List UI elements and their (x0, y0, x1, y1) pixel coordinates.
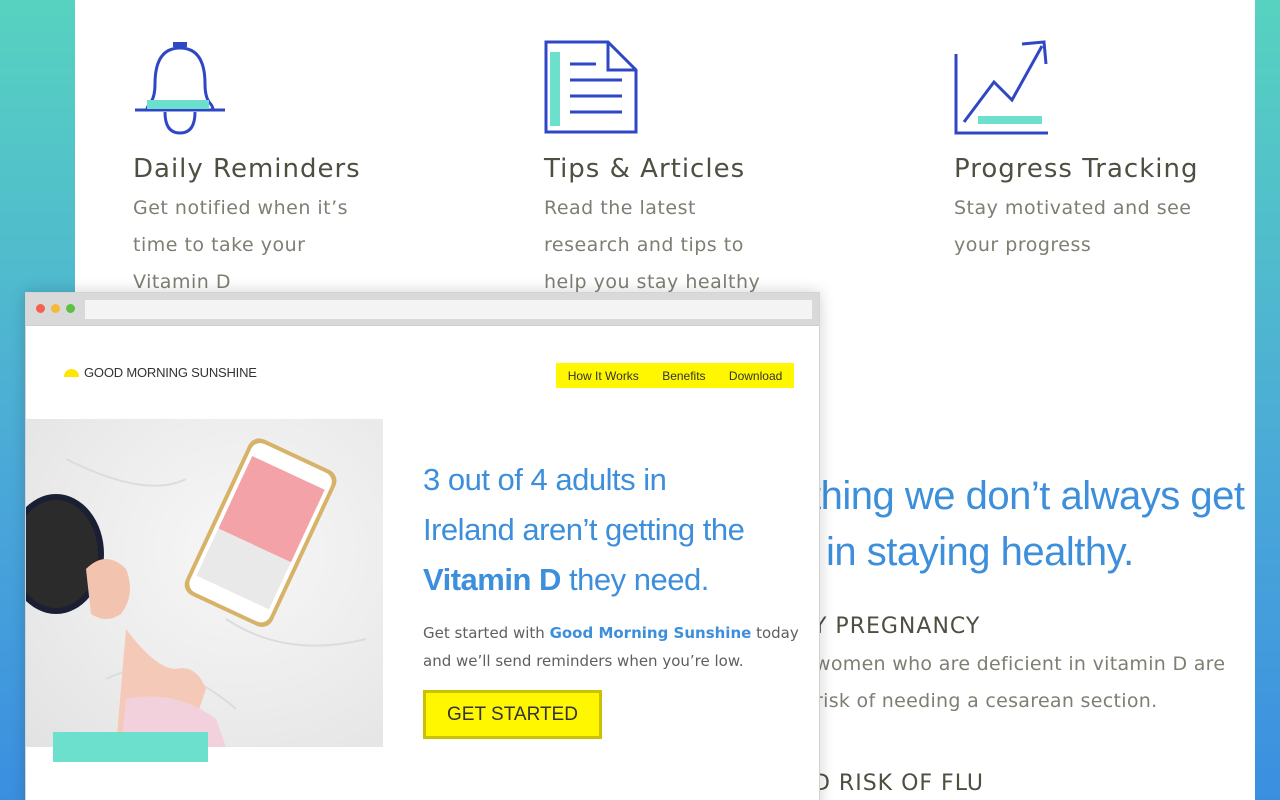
brand-name: Good Morning Sunshine (549, 624, 752, 642)
browser-toolbar (26, 293, 819, 326)
hero-copy: 3 out of 4 adults in Ireland aren’t gett… (423, 455, 803, 675)
close-window-dot (36, 304, 45, 313)
hero-title-emphasis: Vitamin D (423, 562, 561, 597)
trend-chart-icon (954, 40, 1048, 135)
feature-description: Get notified when it’s time to take your… (133, 197, 349, 293)
hero-subtitle: Get started with Good Morning Sunshine t… (423, 624, 799, 670)
section-text: women who are deficient in vitamin D are (815, 653, 1226, 675)
hero-photo (26, 419, 383, 747)
nav-benefits[interactable]: Benefits (662, 369, 705, 383)
minimize-window-dot (51, 304, 60, 313)
feature-title: Progress Tracking (954, 154, 1199, 184)
site-nav: How It Works Benefits Download (556, 363, 794, 388)
feature-daily-reminders: Daily Reminders Get notified when it’s t… (133, 40, 393, 301)
feature-description: Stay motivated and see your progress (954, 197, 1192, 256)
maximize-window-dot (66, 304, 75, 313)
feature-title: Daily Reminders (133, 154, 361, 184)
get-started-button[interactable]: GET STARTED (423, 690, 602, 739)
section-text: risk of needing a cesarean section. (815, 690, 1158, 712)
accent-bar (53, 732, 208, 762)
nav-download[interactable]: Download (729, 369, 782, 383)
bell-icon (135, 42, 225, 135)
browser-mockup: GOOD MORNING SUNSHINE How It Works Benef… (25, 292, 820, 800)
feature-progress-tracking: Progress Tracking Stay motivated and see… (954, 40, 1214, 264)
logo-text: GOOD MORNING SUNSHINE (84, 365, 257, 380)
feature-description: Read the latest research and tips to hel… (544, 197, 761, 293)
site-logo[interactable]: GOOD MORNING SUNSHINE (64, 365, 257, 380)
address-bar (85, 300, 812, 319)
phone-coffee-illustration (26, 438, 367, 747)
sun-icon (64, 368, 79, 377)
feature-title: Tips & Articles (544, 154, 746, 184)
section-title-flu: D RISK OF FLU (813, 771, 984, 796)
document-icon (544, 40, 638, 134)
feature-tips-articles: Tips & Articles Read the latest research… (544, 40, 784, 301)
hero-title: 3 out of 4 adults in Ireland aren’t gett… (423, 462, 745, 597)
section-title-pregnancy: Y PREGNANCY (813, 614, 981, 639)
nav-how-it-works[interactable]: How It Works (568, 369, 639, 383)
